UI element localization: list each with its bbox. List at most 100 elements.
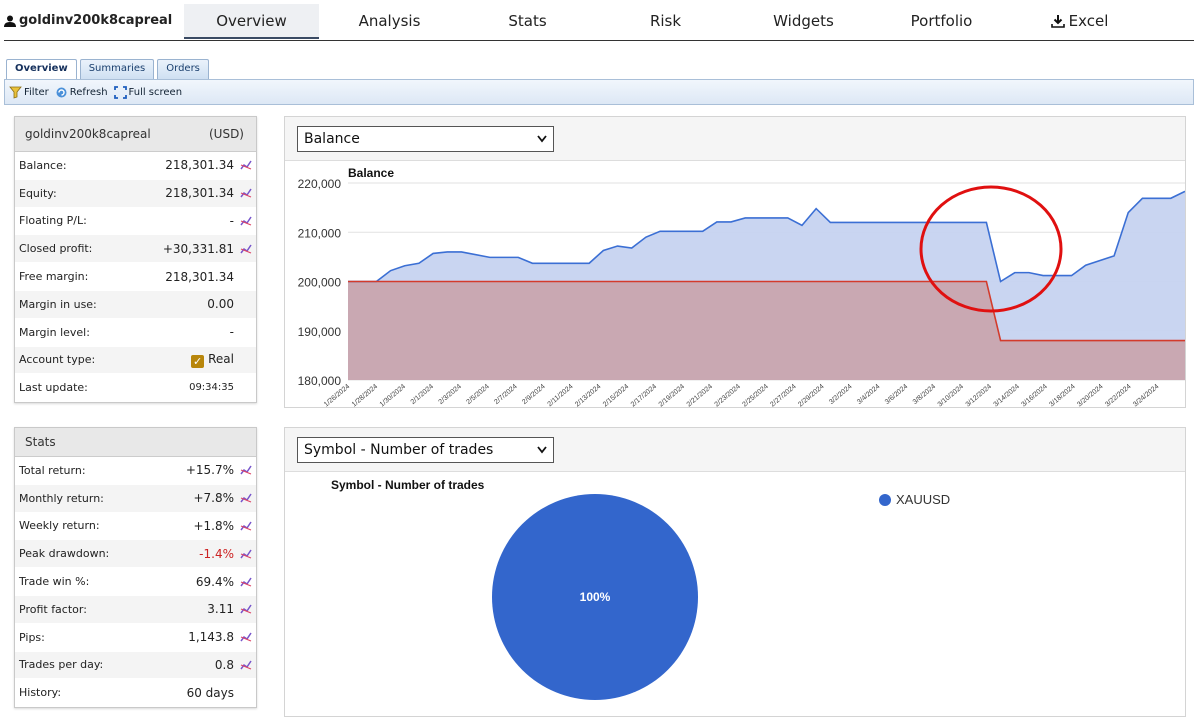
row-value: -: [229, 325, 234, 340]
row-label: Weekly return:: [19, 519, 100, 533]
legend-marker: [879, 494, 891, 506]
x-tick-label: 3/22/2024: [1104, 383, 1132, 407]
chart-link-icon[interactable]: [234, 216, 252, 226]
subtab-orders[interactable]: Orders: [157, 59, 209, 79]
x-tick-label: 1/30/2024: [379, 383, 407, 407]
y-tick-label: 220,000: [298, 177, 342, 191]
row-label: Balance:: [19, 158, 67, 172]
chart-title: Balance: [348, 166, 394, 180]
sub-tabs: Overview Summaries Orders: [6, 59, 209, 79]
tab-overview[interactable]: Overview: [184, 4, 319, 39]
row-total-return: Total return: +15.7%: [15, 457, 256, 485]
legend-label[interactable]: XAUUSD: [896, 492, 950, 507]
x-tick-label: 2/7/2024: [493, 383, 518, 406]
x-tick-label: 2/3/2024: [438, 383, 463, 406]
account-type-value: Real: [208, 351, 234, 366]
row-weekly-return: Weekly return: +1.8%: [15, 513, 256, 541]
row-equity: Equity: 218,301.34: [15, 179, 256, 208]
chart-link-icon[interactable]: [234, 493, 252, 503]
account-panel: goldinv200k8capreal (USD) Balance: 218,30…: [14, 116, 257, 404]
chart-link-icon[interactable]: [234, 660, 252, 670]
row-account-type: Account type: ✓ Real: [15, 346, 256, 375]
chevron-down-icon: [537, 446, 547, 454]
fullscreen-label: Full screen: [128, 86, 183, 98]
row-history: History: 60 days: [15, 679, 256, 708]
tab-widgets[interactable]: Widgets: [736, 4, 871, 39]
x-tick-label: 3/10/2024: [937, 383, 965, 407]
row-value: 09:34:35: [189, 382, 234, 394]
account-name[interactable]: goldinv200k8capreal: [4, 13, 172, 28]
refresh-button[interactable]: Refresh: [55, 86, 108, 99]
x-tick-label: 2/13/2024: [574, 383, 602, 407]
row-margin-level: Margin level: -: [15, 319, 256, 347]
stats-rows: Total return: +15.7% Monthly return: +7.8%…: [15, 457, 256, 708]
symbol-chart-header: Symbol - Number of trades: [285, 428, 1185, 472]
row-value: 1,143.8: [188, 630, 234, 645]
row-value: +1.8%: [193, 518, 234, 533]
chart-link-icon[interactable]: [234, 604, 252, 614]
row-value: +15.7%: [185, 463, 234, 478]
chart-link-icon[interactable]: [234, 465, 252, 475]
tab-portfolio[interactable]: Portfolio: [874, 4, 1009, 39]
chart-link-icon[interactable]: [234, 244, 252, 254]
row-label: Last update:: [19, 381, 88, 395]
chart-link-icon[interactable]: [234, 160, 252, 170]
tab-stats[interactable]: Stats: [460, 4, 595, 39]
row-value: 0.00: [207, 297, 234, 312]
row-label: Peak drawdown:: [19, 547, 110, 561]
stats-panel: Stats Total return: +15.7% Monthly return…: [14, 427, 257, 709]
user-icon: [4, 15, 16, 27]
pie-title: Symbol - Number of trades: [331, 478, 485, 492]
top-nav: goldinv200k8capreal Overview Analysis St…: [4, 0, 1194, 41]
symbol-chart-panel: Symbol - Number of trades Symbol - Numbe…: [284, 427, 1186, 717]
x-tick-label: 3/16/2024: [1020, 383, 1048, 407]
pie-data-label: 100%: [580, 590, 611, 604]
x-tick-label: 3/20/2024: [1076, 383, 1104, 407]
subtab-overview[interactable]: Overview: [6, 59, 77, 79]
account-panel-title: goldinv200k8capreal: [25, 127, 151, 141]
row-label: Equity:: [19, 186, 57, 200]
x-tick-label: 3/12/2024: [965, 383, 993, 407]
toolbar: Filter Refresh Full screen: [4, 79, 1194, 105]
row-value: +7.8%: [193, 491, 234, 506]
account-rows: Balance: 218,301.34 Equity: 218,301.34 Flo…: [15, 152, 256, 403]
filter-icon: [9, 86, 22, 99]
chart-link-icon[interactable]: [234, 577, 252, 587]
chart-type-select[interactable]: Balance: [297, 126, 554, 152]
chart-link-icon[interactable]: [234, 549, 252, 559]
row-value: 218,301.34: [165, 158, 234, 173]
tab-analysis[interactable]: Analysis: [322, 4, 457, 39]
chart-link-icon[interactable]: [234, 521, 252, 531]
row-margin-in-use: Margin in use: 0.00: [15, 290, 256, 319]
tab-risk[interactable]: Risk: [598, 4, 733, 39]
symbol-select[interactable]: Symbol - Number of trades: [297, 437, 554, 463]
row-label: History:: [19, 686, 62, 700]
balance-chart-header: Balance: [285, 117, 1185, 161]
y-tick-label: 200,000: [298, 276, 342, 290]
fullscreen-button[interactable]: Full screen: [113, 85, 183, 99]
row-value: 3.11: [207, 602, 234, 617]
fullscreen-icon: [113, 85, 127, 99]
balance-chart-panel: Balance Balance 220,000 210,000 200,000 190,…: [284, 116, 1186, 408]
x-tick-label: 1/28/2024: [351, 383, 379, 407]
row-value: ✓ Real: [191, 352, 234, 368]
x-tick-label: 2/15/2024: [602, 383, 630, 407]
row-profit-factor: Profit factor: 3.11: [15, 595, 256, 624]
row-balance: Balance: 218,301.34: [15, 152, 256, 180]
x-tick-label: 2/21/2024: [686, 383, 714, 407]
chart-link-icon[interactable]: [234, 188, 252, 198]
row-floating-pl: Floating P/L: -: [15, 208, 256, 236]
tab-excel[interactable]: Excel: [1012, 4, 1147, 39]
x-tick-label: 2/1/2024: [410, 383, 435, 406]
chart-link-icon[interactable]: [234, 632, 252, 642]
tab-excel-label: Excel: [1068, 12, 1109, 30]
x-tick-label: 3/2/2024: [828, 383, 853, 406]
row-label: Margin level:: [19, 325, 90, 339]
filter-label: Filter: [24, 86, 49, 98]
x-tick-label: 2/11/2024: [547, 383, 575, 407]
filter-button[interactable]: Filter: [9, 86, 49, 99]
x-tick-label: 2/5/2024: [465, 383, 490, 406]
y-tick-label: 180,000: [298, 374, 342, 388]
subtab-summaries[interactable]: Summaries: [79, 59, 155, 79]
x-tick-label: 2/17/2024: [630, 383, 658, 407]
